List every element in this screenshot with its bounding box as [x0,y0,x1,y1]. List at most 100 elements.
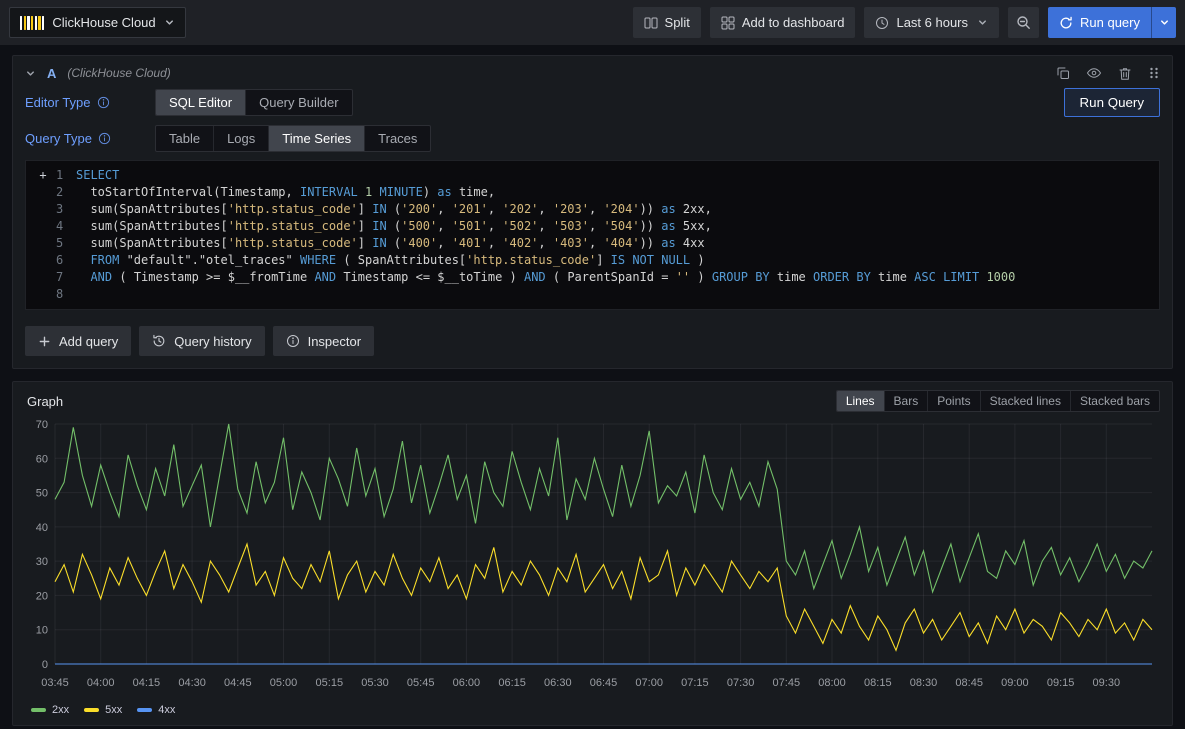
split-button[interactable]: Split [633,7,701,38]
svg-text:04:30: 04:30 [178,677,206,689]
viz-option-stacked-lines[interactable]: Stacked lines [980,391,1070,411]
tab-traces[interactable]: Traces [364,126,430,151]
legend-label: 2xx [52,704,69,716]
code-line[interactable]: 4 sum(SpanAttributes['http.status_code']… [30,218,1155,235]
graph-legend: 2xx 5xx 4xx [25,701,1160,721]
tab-logs[interactable]: Logs [213,126,268,151]
code-line[interactable]: 8 [30,286,1155,303]
run-query-dropdown[interactable] [1151,7,1176,38]
code-text: FROM "default"."otel_traces" WHERE ( Spa… [76,252,705,269]
tab-table[interactable]: Table [156,126,213,151]
line-number: 7 [56,269,76,286]
code-text: SELECT [76,167,119,184]
svg-text:60: 60 [36,453,48,465]
split-icon [644,16,658,30]
zoom-out-icon [1016,15,1031,30]
add-line-plus-icon[interactable]: + [30,167,56,184]
svg-text:05:15: 05:15 [316,677,344,689]
legend-label: 5xx [105,704,122,716]
run-query-split-button[interactable]: Run query [1048,7,1176,38]
svg-text:70: 70 [36,419,48,431]
svg-text:0: 0 [42,659,48,671]
code-line[interactable]: 3 sum(SpanAttributes['http.status_code']… [30,201,1155,218]
split-label: Split [665,15,690,30]
graph-title: Graph [27,394,63,409]
viz-option-lines[interactable]: Lines [837,391,884,411]
query-history-button[interactable]: Query history [139,326,264,356]
gutter-spacer [30,184,56,201]
viz-option-points[interactable]: Points [927,391,979,411]
sql-editor-option[interactable]: SQL Editor [156,90,245,115]
svg-text:03:45: 03:45 [41,677,69,689]
query-row-header: A (ClickHouse Cloud) [13,56,1172,88]
svg-text:40: 40 [36,522,48,534]
svg-text:08:30: 08:30 [910,677,938,689]
toggle-visibility-eye-icon[interactable] [1086,65,1102,81]
collapse-chevron-icon[interactable] [25,68,36,79]
svg-text:08:15: 08:15 [864,677,892,689]
inspector-button[interactable]: Inspector [273,326,374,356]
svg-text:10: 10 [36,625,48,637]
editor-type-toggle: SQL Editor Query Builder [155,89,353,116]
graph-canvas[interactable]: 03:4504:0004:1504:3004:4505:0005:1505:30… [25,416,1160,701]
query-builder-option[interactable]: Query Builder [245,90,351,115]
code-line[interactable]: 6 FROM "default"."otel_traces" WHERE ( S… [30,252,1155,269]
viz-option-bars[interactable]: Bars [884,391,928,411]
svg-text:08:00: 08:00 [818,677,846,689]
sql-code-editor[interactable]: +1SELECT2 toStartOfInterval(Timestamp, I… [25,160,1160,310]
add-query-button[interactable]: Add query [25,326,131,356]
tab-time-series[interactable]: Time Series [268,126,364,151]
editor-type-label: Editor Type [25,95,155,110]
editor-type-row: Editor Type SQL Editor Query Builder Run… [13,88,1172,117]
code-line[interactable]: +1SELECT [30,167,1155,184]
run-query-editor-button[interactable]: Run Query [1064,88,1160,117]
code-line[interactable]: 7 AND ( Timestamp >= $__fromTime AND Tim… [30,269,1155,286]
query-ref-id[interactable]: A [47,66,56,81]
add-to-dashboard-button[interactable]: Add to dashboard [710,7,856,38]
svg-text:06:00: 06:00 [453,677,481,689]
remove-query-trash-icon[interactable] [1118,66,1132,81]
svg-text:09:00: 09:00 [1001,677,1029,689]
info-icon [286,334,300,348]
svg-text:05:00: 05:00 [270,677,298,689]
drag-handle-grip-icon[interactable] [1148,66,1160,80]
legend-item-4xx[interactable]: 4xx [137,704,175,716]
code-line[interactable]: 2 toStartOfInterval(Timestamp, INTERVAL … [30,184,1155,201]
legend-item-5xx[interactable]: 5xx [84,704,122,716]
svg-text:05:45: 05:45 [407,677,435,689]
time-range-label: Last 6 hours [896,15,968,30]
code-text: sum(SpanAttributes['http.status_code'] I… [76,235,705,252]
query-history-label: Query history [174,334,251,349]
info-icon[interactable] [98,132,111,145]
info-icon[interactable] [97,96,110,109]
svg-text:07:00: 07:00 [635,677,663,689]
svg-text:05:30: 05:30 [361,677,389,689]
svg-text:07:45: 07:45 [773,677,801,689]
legend-label: 4xx [158,704,175,716]
code-line[interactable]: 5 sum(SpanAttributes['http.status_code']… [30,235,1155,252]
graph-panel: Graph Lines Bars Points Stacked lines St… [12,381,1173,726]
graph-header: Graph Lines Bars Points Stacked lines St… [25,390,1160,412]
clock-icon [875,16,889,30]
code-lines: +1SELECT2 toStartOfInterval(Timestamp, I… [30,167,1155,303]
svg-text:08:45: 08:45 [955,677,983,689]
datasource-picker[interactable]: ClickHouse Cloud [9,7,186,38]
viz-option-stacked-bars[interactable]: Stacked bars [1070,391,1159,411]
svg-text:04:00: 04:00 [87,677,115,689]
zoom-out-button[interactable] [1008,7,1039,38]
run-query-label: Run query [1080,15,1140,30]
svg-text:06:30: 06:30 [544,677,572,689]
apps-grid-icon [721,16,735,30]
time-range-picker[interactable]: Last 6 hours [864,7,999,38]
legend-item-2xx[interactable]: 2xx [31,704,69,716]
gutter-spacer [30,252,56,269]
chevron-down-icon [977,17,988,28]
legend-swatch [84,708,99,712]
svg-text:06:15: 06:15 [498,677,526,689]
duplicate-query-icon[interactable] [1056,66,1070,80]
svg-text:09:15: 09:15 [1047,677,1075,689]
gutter-spacer [30,286,56,303]
query-type-toggle: Table Logs Time Series Traces [155,125,431,152]
svg-text:50: 50 [36,488,48,500]
legend-swatch [137,708,152,712]
